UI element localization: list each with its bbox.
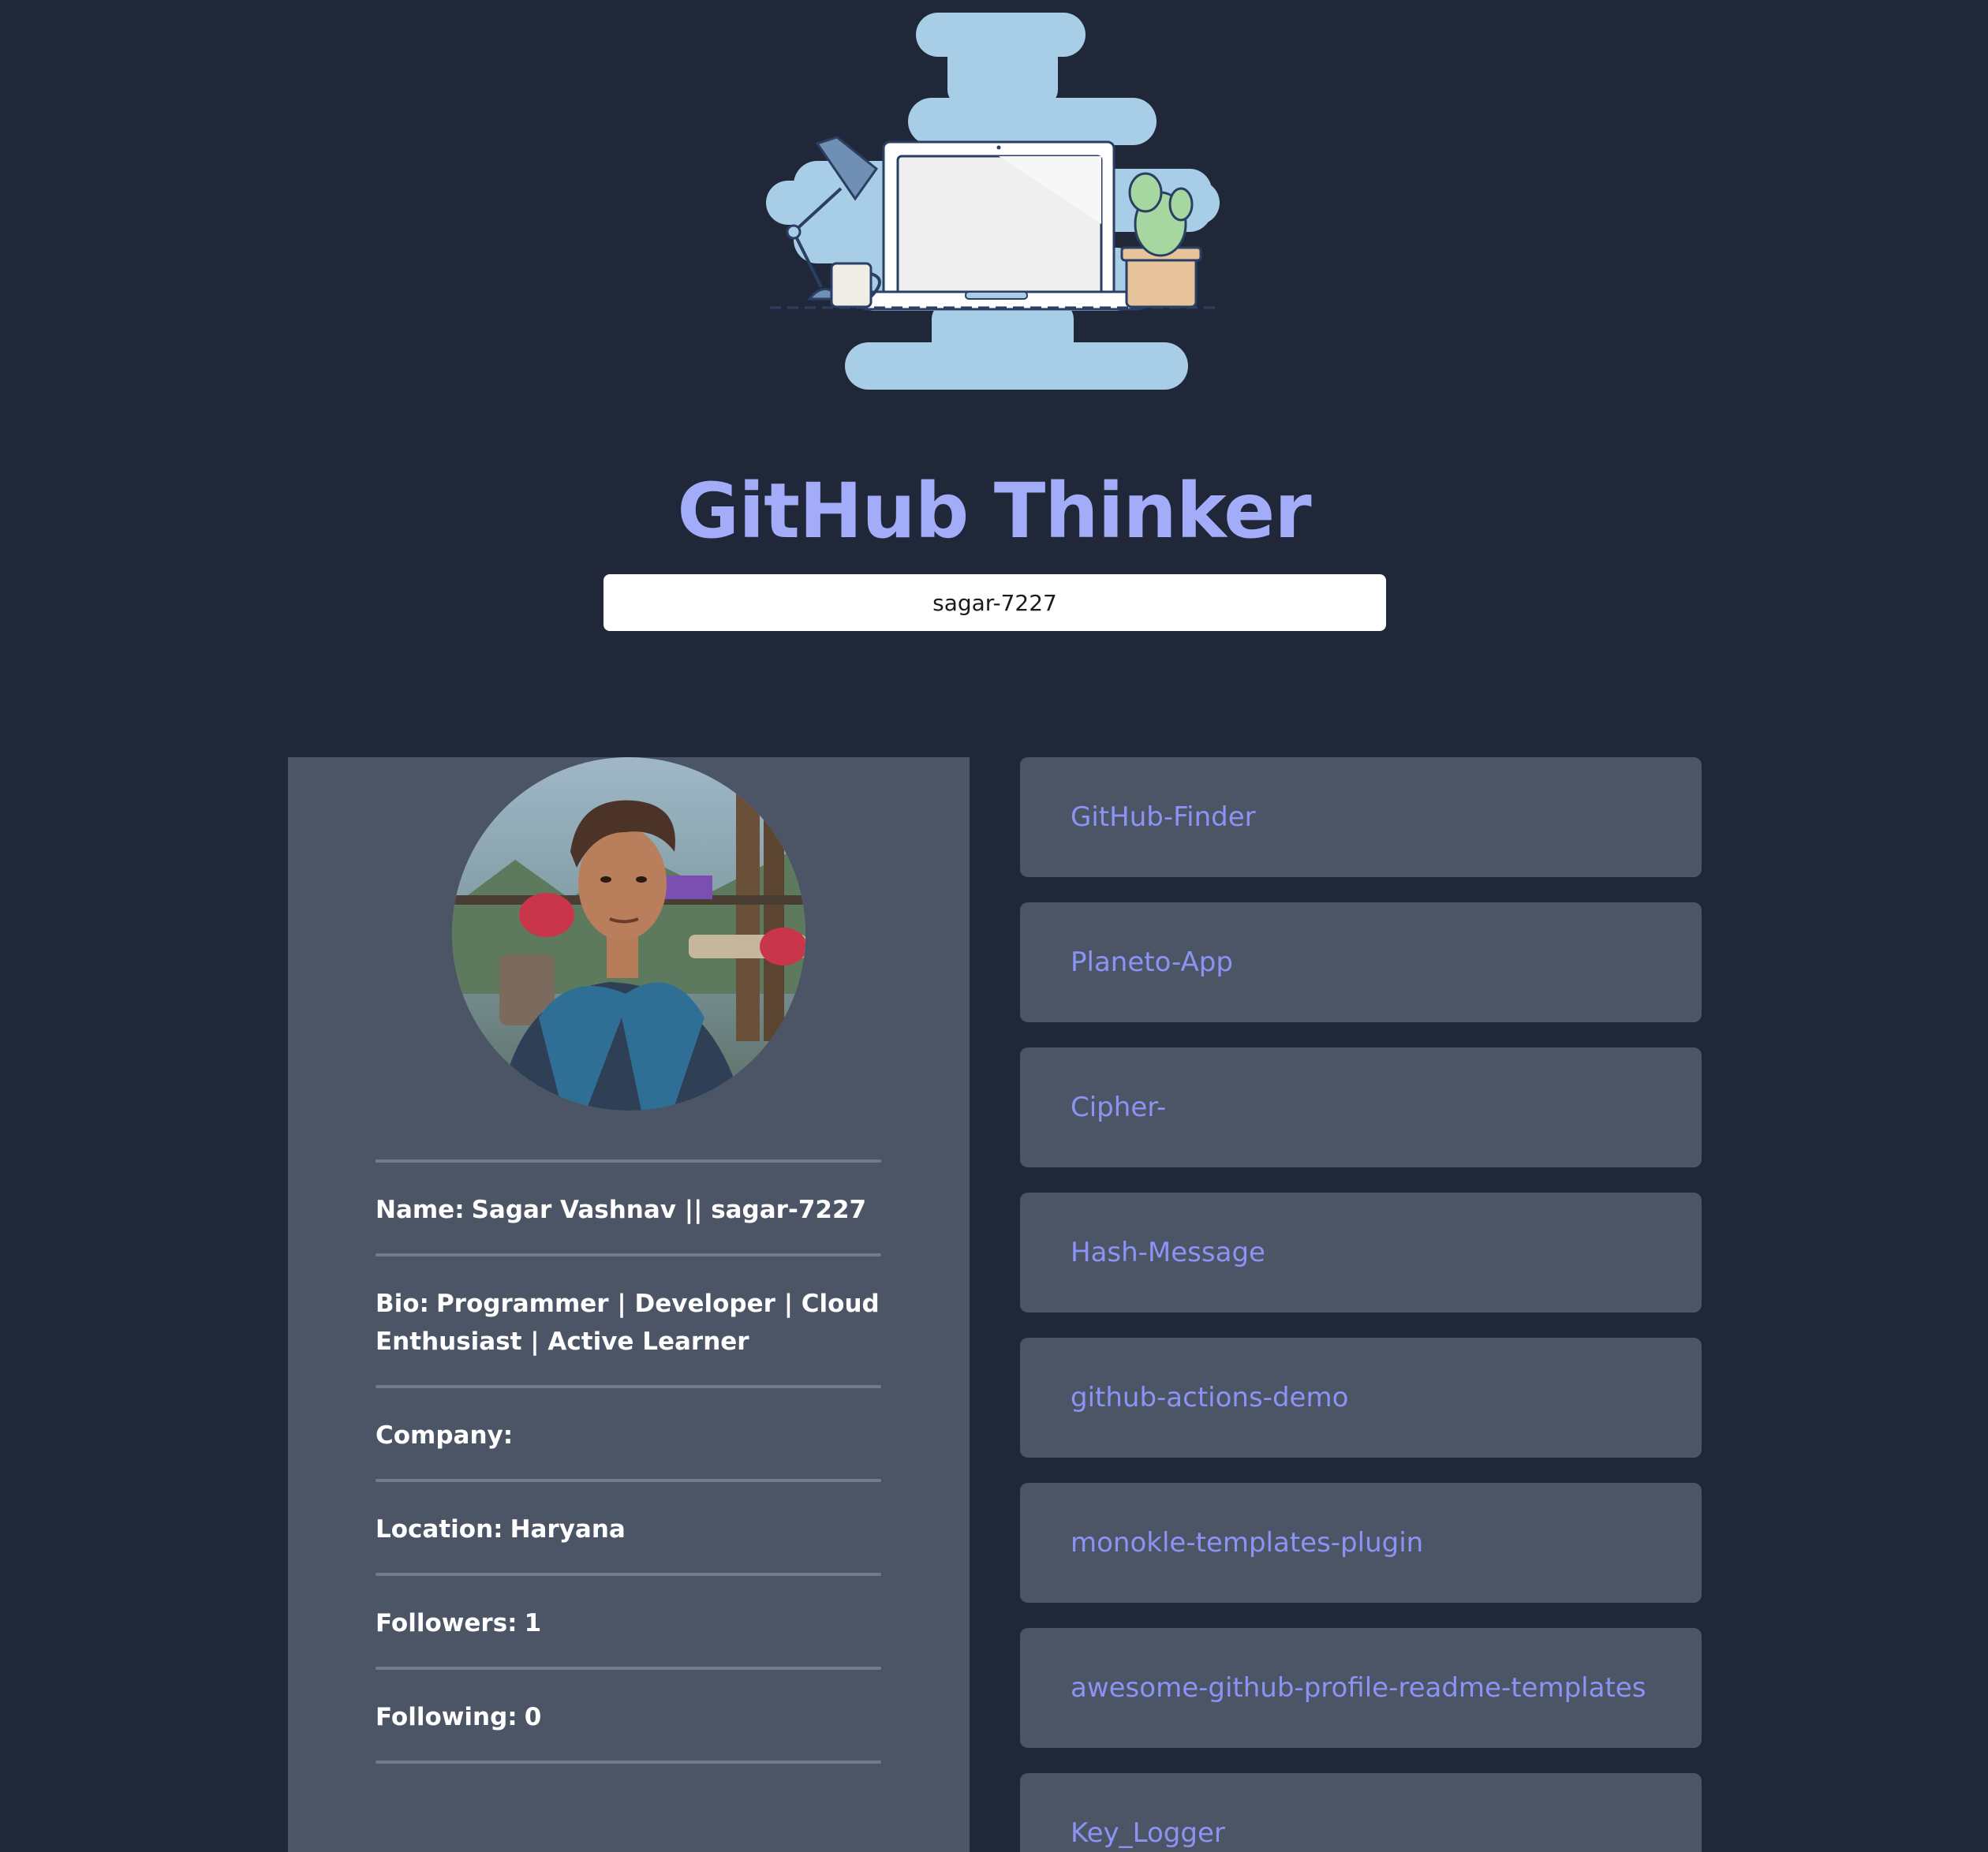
profile-name: Name: Sagar Vashnav || sagar-7227 bbox=[376, 1196, 867, 1224]
repo-link[interactable]: monokle-templates-plugin bbox=[1020, 1483, 1702, 1603]
repo-link[interactable]: Hash-Message bbox=[1020, 1193, 1702, 1312]
profile-location: Location: Haryana bbox=[376, 1515, 626, 1544]
profile-following: Following: 0 bbox=[376, 1703, 542, 1731]
repo-list: GitHub-Finder Planeto-App Cipher- Hash-M… bbox=[1020, 757, 1702, 1852]
repo-link[interactable]: Key_Logger bbox=[1020, 1773, 1702, 1852]
profile-followers: Followers: 1 bbox=[376, 1609, 542, 1637]
username-search-input[interactable] bbox=[604, 574, 1386, 631]
profile-company: Company: bbox=[376, 1421, 514, 1450]
app-title: GitHub Thinker bbox=[677, 467, 1311, 555]
user-avatar bbox=[452, 757, 805, 1111]
repo-link[interactable]: GitHub-Finder bbox=[1020, 757, 1702, 877]
profile-card: Name: Sagar Vashnav || sagar-7227 Bio: Pro… bbox=[288, 757, 970, 1852]
profile-details: Name: Sagar Vashnav || sagar-7227 Bio: Pro… bbox=[376, 1159, 881, 1764]
repo-link[interactable]: awesome-github-profile-readme-templates bbox=[1020, 1628, 1702, 1748]
repo-link[interactable]: Planeto-App bbox=[1020, 902, 1702, 1022]
repo-link[interactable]: github-actions-demo bbox=[1020, 1338, 1702, 1458]
desk-laptop-illustration bbox=[766, 13, 1220, 390]
divider bbox=[376, 1761, 881, 1764]
profile-bio: Bio: Programmer | Developer | Cloud Enthu… bbox=[376, 1290, 880, 1356]
repo-link[interactable]: Cipher- bbox=[1020, 1047, 1702, 1167]
